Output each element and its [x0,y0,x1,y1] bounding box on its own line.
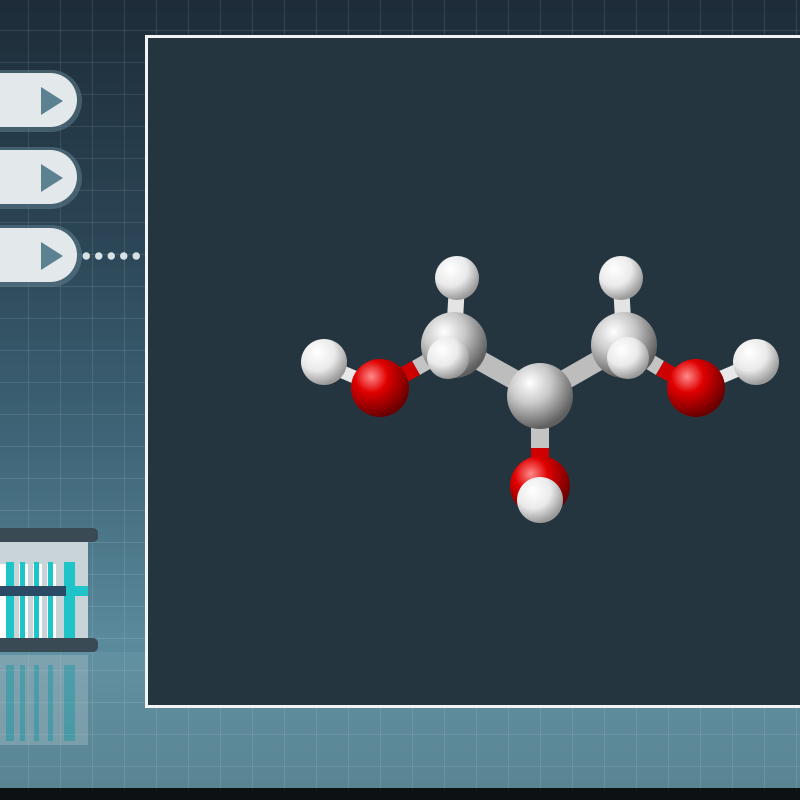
play-button-2-face[interactable] [0,150,77,204]
hydrogen-atom [599,256,643,300]
molecule-model[interactable] [148,38,800,705]
hydrogen-atom [733,339,779,385]
hydrogen-atom [607,337,649,379]
hydrogen-atom [517,477,563,523]
hydrogen-atom [427,337,469,379]
play-icon [41,242,63,270]
play-button-1-face[interactable] [0,73,77,127]
bottom-bar [0,788,800,800]
atoms [301,256,779,523]
play-button-1[interactable] [0,70,82,132]
play-icon [41,164,63,192]
hydrogen-atom [435,256,479,300]
molecule-viewer[interactable] [145,35,800,708]
oxygen-atom [667,359,725,417]
play-button-2[interactable] [0,147,82,209]
play-button-3[interactable] [0,225,82,287]
hydrogen-atom [301,339,347,385]
carbon-atom [507,363,573,429]
dotted-connector [80,251,148,261]
play-icon [41,87,63,115]
test-tube-rack-reflection [0,655,88,745]
play-button-3-face[interactable] [0,228,77,282]
app-stage [0,0,800,800]
oxygen-atom [351,359,409,417]
test-tube-rack-icon [0,528,98,652]
